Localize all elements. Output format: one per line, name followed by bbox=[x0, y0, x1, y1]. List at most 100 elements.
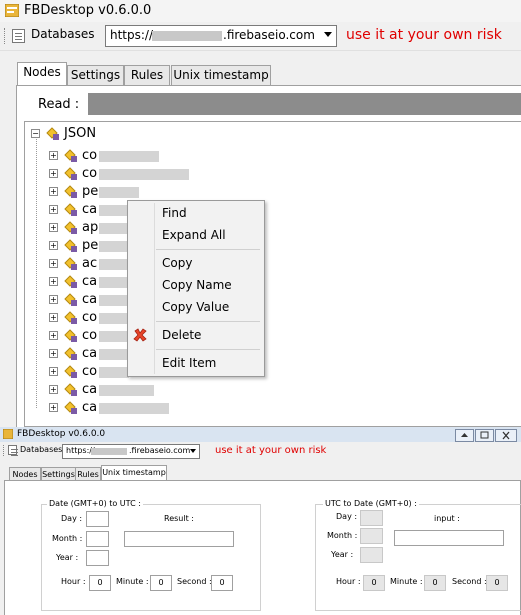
url-prefix: https:// bbox=[110, 28, 154, 42]
expand-toggle[interactable]: + bbox=[49, 223, 58, 232]
json-node-icon bbox=[64, 365, 77, 378]
minute-output: 0 bbox=[424, 575, 446, 591]
unix-timestamp-panel: Date (GMT+0) to UTC : Day : Month : Year… bbox=[4, 480, 521, 615]
delete-x-icon bbox=[133, 328, 147, 342]
tree-node-label: co bbox=[82, 364, 98, 379]
tree-node-label: co bbox=[82, 148, 98, 163]
dropdown-arrow-icon[interactable] bbox=[324, 32, 332, 37]
database-icon[interactable] bbox=[8, 445, 18, 455]
menu-separator bbox=[156, 321, 260, 322]
database-url-select[interactable]: https://c .firebaseio.com bbox=[62, 444, 200, 459]
expand-toggle[interactable]: + bbox=[49, 403, 58, 412]
expand-toggle[interactable]: + bbox=[49, 367, 58, 376]
expand-toggle[interactable]: + bbox=[49, 151, 58, 160]
json-node-icon bbox=[64, 347, 77, 360]
database-icon[interactable] bbox=[12, 29, 25, 43]
database-url-select[interactable]: https:// .firebaseio.com bbox=[105, 25, 337, 47]
tree-guide-line bbox=[36, 136, 37, 408]
month-label: Month : bbox=[52, 534, 83, 543]
risk-warning: use it at your own risk bbox=[346, 27, 502, 43]
close-icon[interactable] bbox=[495, 429, 517, 442]
menu-gutter bbox=[154, 203, 155, 374]
expand-toggle[interactable]: + bbox=[49, 295, 58, 304]
tree-node-label: ca bbox=[82, 202, 98, 217]
tab-unix-timestamp[interactable]: Unix timestamp bbox=[101, 465, 167, 481]
expand-toggle[interactable]: + bbox=[49, 349, 58, 358]
date-to-utc-title: Date (GMT+0) to UTC : bbox=[47, 499, 143, 508]
expand-toggle[interactable]: + bbox=[49, 385, 58, 394]
redacted-node-text bbox=[99, 385, 154, 396]
risk-warning: use it at your own risk bbox=[215, 445, 327, 456]
expand-toggle[interactable]: + bbox=[49, 241, 58, 250]
second-window: FBDesktop v0.6.0.0 Databases https://c .… bbox=[0, 427, 521, 615]
json-node-icon bbox=[46, 127, 59, 140]
minute-label: Minute : bbox=[390, 577, 423, 586]
redacted-node-text bbox=[99, 187, 139, 198]
menu-item-copy-name[interactable]: Copy Name bbox=[162, 278, 232, 292]
redacted-node-text bbox=[99, 205, 129, 216]
minimize-icon[interactable] bbox=[455, 429, 474, 442]
main-window: FBDesktop v0.6.0.0 Databases https:// .f… bbox=[0, 0, 521, 427]
collapse-toggle[interactable]: − bbox=[31, 129, 40, 138]
window-title: FBDesktop v0.6.0.0 bbox=[24, 3, 152, 18]
tree-node-label: co bbox=[82, 328, 98, 343]
json-node-icon bbox=[64, 257, 77, 270]
context-menu: Find Expand All Copy Copy Name Copy Valu… bbox=[127, 200, 265, 377]
app-icon bbox=[3, 429, 13, 439]
hour-output: 0 bbox=[363, 575, 385, 591]
expand-toggle[interactable]: + bbox=[49, 205, 58, 214]
year-input[interactable] bbox=[86, 550, 109, 566]
json-node-icon bbox=[64, 203, 77, 216]
url-suffix: .firebaseio.com bbox=[223, 28, 315, 42]
redacted-node-text bbox=[99, 169, 189, 180]
month-input[interactable] bbox=[86, 531, 109, 547]
menu-item-copy-value[interactable]: Copy Value bbox=[162, 300, 229, 314]
menu-item-edit-item[interactable]: Edit Item bbox=[162, 356, 216, 370]
menu-item-expand-all[interactable]: Expand All bbox=[162, 228, 226, 242]
minute-input[interactable]: 0 bbox=[150, 575, 172, 591]
json-tree[interactable]: − JSON + co + co + pe + ca + ap + pe + ac + ca + ca + co + co… bbox=[24, 121, 521, 427]
dropdown-arrow-icon[interactable] bbox=[190, 449, 196, 453]
toolbar-grip bbox=[3, 445, 7, 456]
menu-item-copy[interactable]: Copy bbox=[162, 256, 192, 270]
databases-label[interactable]: Databases bbox=[20, 445, 62, 454]
toolbar-grip bbox=[4, 28, 8, 44]
year-output bbox=[360, 547, 383, 563]
title-bar: FBDesktop v0.6.0.0 bbox=[0, 0, 521, 22]
tree-node-label: ca bbox=[82, 400, 98, 415]
expand-toggle[interactable]: + bbox=[49, 187, 58, 196]
hour-input[interactable]: 0 bbox=[89, 575, 111, 591]
redacted-node-text bbox=[99, 403, 169, 414]
tree-node-label: ca bbox=[82, 382, 98, 397]
menu-item-delete[interactable]: Delete bbox=[162, 328, 201, 342]
timestamp-input[interactable] bbox=[394, 530, 504, 546]
expand-toggle[interactable]: + bbox=[49, 277, 58, 286]
read-label: Read : bbox=[38, 97, 80, 112]
tree-node-label: ca bbox=[82, 274, 98, 289]
result-output[interactable] bbox=[124, 531, 234, 547]
restore-icon[interactable] bbox=[475, 429, 494, 442]
expand-toggle[interactable]: + bbox=[49, 259, 58, 268]
day-label: Day : bbox=[61, 514, 83, 523]
expand-toggle[interactable]: + bbox=[49, 169, 58, 178]
menu-item-find[interactable]: Find bbox=[162, 206, 187, 220]
redacted-node-text bbox=[99, 349, 129, 360]
tab-settings[interactable]: Settings bbox=[67, 65, 124, 86]
tab-nodes[interactable]: Nodes bbox=[9, 467, 41, 481]
second-output: 0 bbox=[486, 575, 508, 591]
read-path-input[interactable] bbox=[88, 93, 521, 115]
json-node-icon bbox=[64, 239, 77, 252]
expand-toggle[interactable]: + bbox=[49, 313, 58, 322]
second-input[interactable]: 0 bbox=[211, 575, 233, 591]
databases-label[interactable]: Databases bbox=[31, 27, 95, 41]
tree-node-label: co bbox=[82, 310, 98, 325]
day-input[interactable] bbox=[86, 511, 109, 527]
expand-toggle[interactable]: + bbox=[49, 331, 58, 340]
title-bar: FBDesktop v0.6.0.0 bbox=[0, 427, 521, 442]
tab-settings[interactable]: Settings bbox=[41, 467, 76, 481]
redacted-node-text bbox=[99, 241, 129, 252]
tab-rules[interactable]: Rules bbox=[124, 65, 170, 86]
tab-unix-timestamp[interactable]: Unix timestamp bbox=[171, 65, 271, 86]
tab-nodes[interactable]: Nodes bbox=[17, 62, 67, 86]
tab-rules[interactable]: Rules bbox=[75, 467, 101, 481]
